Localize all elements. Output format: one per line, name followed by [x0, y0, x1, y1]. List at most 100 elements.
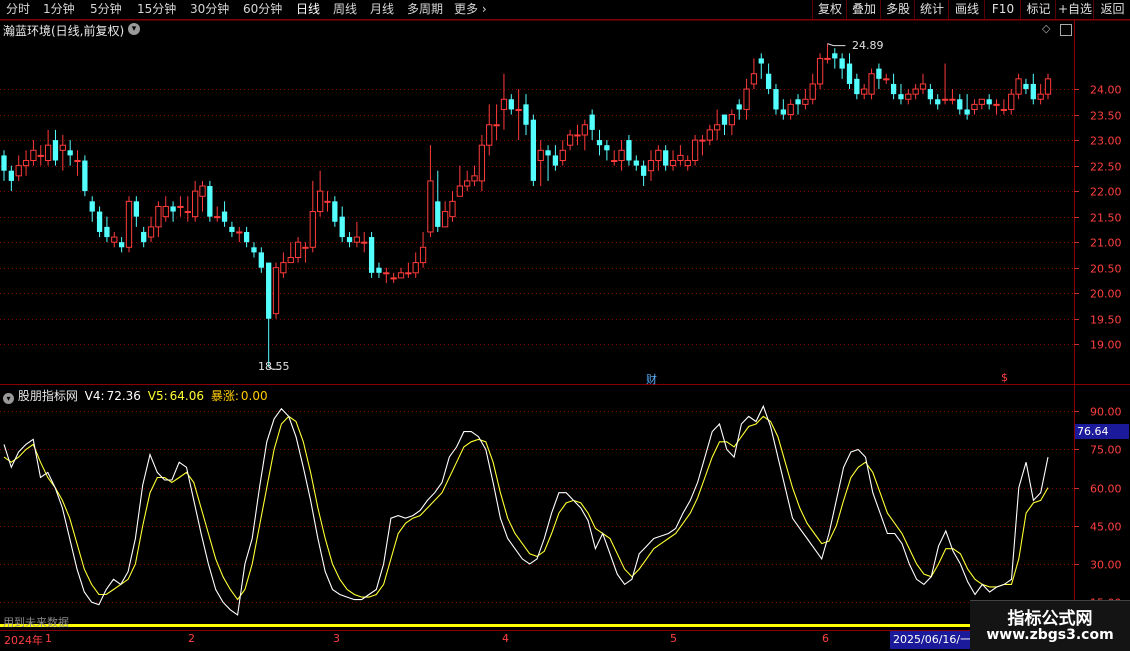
candle	[935, 94, 941, 110]
panel-toggle-icon[interactable]	[1060, 24, 1072, 36]
candle	[368, 231, 375, 278]
candle	[155, 201, 162, 238]
candle	[125, 196, 133, 253]
candle	[633, 155, 639, 171]
candle-body	[765, 73, 772, 90]
candle-body	[1, 155, 7, 171]
candle	[199, 180, 206, 212]
candle	[618, 140, 625, 171]
candle-body	[199, 185, 206, 197]
candle-body	[441, 211, 449, 228]
candle-body	[978, 98, 985, 105]
candle-body	[368, 237, 375, 273]
candle-body	[104, 226, 110, 238]
candle	[435, 170, 441, 232]
candle	[691, 134, 699, 166]
indicator-tick-label: 90.00	[1090, 406, 1122, 419]
candle	[941, 63, 949, 105]
v4-label: V4:	[84, 389, 105, 403]
candle-body	[427, 180, 434, 233]
candle-body	[684, 160, 691, 167]
candle-body	[669, 160, 677, 167]
candle-body	[581, 124, 588, 136]
candle	[236, 226, 243, 243]
candle	[750, 58, 758, 90]
candle	[787, 99, 794, 120]
candle-body	[787, 103, 794, 116]
candle-body	[309, 211, 316, 248]
candle	[258, 247, 264, 273]
candle	[412, 252, 419, 278]
candle	[699, 134, 706, 156]
candle-body	[537, 149, 544, 162]
candle	[346, 231, 353, 248]
candle-body	[677, 154, 684, 162]
candle	[912, 83, 919, 100]
candle	[765, 63, 772, 95]
candle-body	[626, 140, 632, 161]
candle	[669, 150, 677, 171]
candle-body	[523, 104, 529, 125]
candle	[647, 150, 655, 181]
candle-body	[1044, 78, 1052, 95]
candle-body	[266, 262, 272, 319]
candle-body	[272, 267, 280, 315]
candle	[419, 231, 427, 268]
candle	[464, 170, 471, 192]
candle-body	[780, 109, 786, 115]
candle	[44, 129, 52, 166]
candle-body	[883, 78, 890, 81]
candle	[971, 99, 978, 115]
candle-body	[229, 226, 235, 232]
candle	[309, 180, 316, 253]
candle	[927, 83, 934, 105]
candle-body	[1023, 83, 1029, 90]
candle	[508, 94, 514, 115]
candle	[530, 114, 536, 187]
month-6: 6	[822, 632, 829, 645]
candle	[316, 170, 324, 217]
high-pointer	[827, 43, 846, 47]
candle-body	[721, 114, 728, 125]
candle-body	[478, 144, 486, 182]
indicator-tick-label: 45.00	[1090, 521, 1122, 534]
candle	[545, 145, 551, 181]
diamond-icon[interactable]: ◇	[1042, 22, 1050, 35]
candle	[500, 73, 508, 130]
candle	[626, 134, 632, 166]
month-1: 1	[45, 632, 52, 645]
candle-body	[868, 73, 875, 95]
candle-body	[890, 83, 897, 95]
candle	[170, 201, 176, 222]
candle-body	[332, 201, 338, 222]
zhang-label: 暴涨:	[210, 389, 239, 403]
candle	[677, 145, 684, 166]
v4-value: 72.36	[106, 389, 141, 403]
indicator-menu-icon[interactable]: ▾	[3, 393, 14, 404]
candle	[604, 140, 610, 161]
month-5: 5	[670, 632, 677, 645]
candle-body	[663, 150, 669, 166]
indicator-lines	[3, 404, 1049, 616]
candle	[383, 267, 390, 284]
candle	[272, 262, 280, 319]
candle-body	[839, 58, 845, 69]
candle	[141, 226, 147, 248]
dividend-marker[interactable]: $	[1001, 371, 1008, 384]
candle-body	[574, 134, 581, 137]
candle-body	[795, 99, 801, 105]
zhang-value: 0.00	[240, 389, 268, 403]
indicator-tick-label: 30.00	[1090, 559, 1122, 572]
candle	[353, 221, 361, 248]
candle	[214, 206, 221, 222]
finance-marker[interactable]: 财	[646, 371, 657, 387]
candle-body	[52, 140, 59, 161]
candle-body	[949, 98, 956, 101]
candle-body	[353, 236, 361, 243]
indicator-header: ▾ 股朋指标网 V4: 72.36 V5: 64.06 暴涨: 0.00	[3, 387, 268, 404]
candle-body	[207, 186, 213, 217]
title-dropdown-icon[interactable]: ▾	[128, 23, 140, 35]
candle-body	[508, 99, 514, 110]
candle-body	[214, 216, 221, 219]
candle	[37, 145, 44, 166]
